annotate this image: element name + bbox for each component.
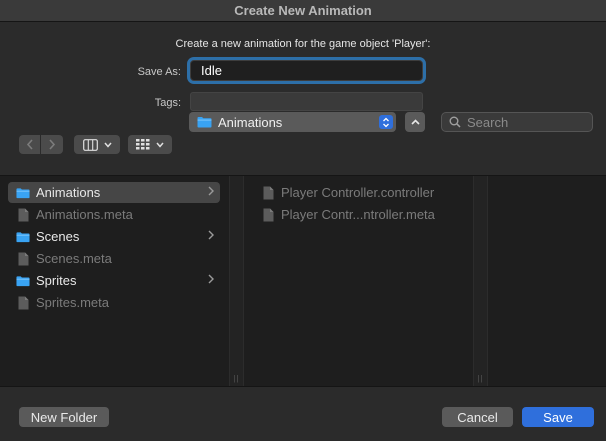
chevron-right-icon xyxy=(208,186,214,196)
document-icon xyxy=(16,252,30,266)
folder-icon xyxy=(16,230,30,244)
new-folder-button[interactable]: New Folder xyxy=(19,407,109,427)
location-stepper xyxy=(379,115,393,129)
column-resize-handle[interactable]: || xyxy=(230,176,244,387)
sidebar-column: Animations Animations.meta Scenes Scenes… xyxy=(0,176,230,387)
dialog-prompt: Create a new animation for the game obje… xyxy=(175,38,431,50)
forward-button[interactable] xyxy=(41,135,63,154)
folder-icon xyxy=(197,117,212,128)
tags-input[interactable] xyxy=(190,92,423,111)
location-popup[interactable]: Animations xyxy=(189,112,396,132)
folder-icon xyxy=(16,274,30,288)
sidebar-item-sprites[interactable]: Sprites xyxy=(8,270,220,291)
file-browser: Animations Animations.meta Scenes Scenes… xyxy=(0,175,606,387)
resize-grip-icon: || xyxy=(477,374,484,383)
sidebar-item-sprites-meta[interactable]: Sprites.meta xyxy=(8,292,220,313)
location-label: Animations xyxy=(218,114,283,130)
column-resize-handle[interactable]: || xyxy=(473,176,488,387)
file-item[interactable]: Player Contr...ntroller.meta xyxy=(253,204,463,225)
resize-grip-icon: || xyxy=(233,374,240,383)
sidebar-item-animations[interactable]: Animations xyxy=(8,182,220,203)
sidebar-item-label: Scenes xyxy=(36,229,80,244)
content-column: Player Controller.controller Player Cont… xyxy=(245,176,473,387)
document-icon xyxy=(261,186,275,200)
sidebar-item-scenes-meta[interactable]: Scenes.meta xyxy=(8,248,220,269)
file-item-label: Player Controller.controller xyxy=(281,185,435,200)
dialog-footer: New Folder Cancel Save xyxy=(0,386,606,441)
folder-icon xyxy=(16,186,30,200)
file-item[interactable]: Player Controller.controller xyxy=(253,182,463,203)
sidebar-item-label: Scenes.meta xyxy=(36,251,112,266)
sidebar-item-label: Sprites xyxy=(36,273,77,288)
chevron-up-icon xyxy=(410,119,420,125)
title-bar: Create New Animation xyxy=(0,0,606,22)
save-as-label: Save As: xyxy=(137,66,181,78)
chevron-down-icon xyxy=(156,142,164,148)
document-icon xyxy=(16,208,30,222)
back-button[interactable] xyxy=(19,135,41,154)
sidebar-item-label: Animations.meta xyxy=(36,207,133,222)
collapse-button[interactable] xyxy=(405,112,425,132)
sidebar-item-label: Sprites.meta xyxy=(36,295,109,310)
columns-icon xyxy=(82,138,98,151)
file-item-label: Player Contr...ntroller.meta xyxy=(281,207,435,222)
chevron-right-icon xyxy=(49,139,56,150)
chevron-left-icon xyxy=(26,139,33,150)
chevron-down-icon xyxy=(103,142,112,148)
search-icon xyxy=(449,116,461,128)
save-button[interactable]: Save xyxy=(522,407,594,427)
chevron-right-icon xyxy=(208,230,214,240)
up-down-chevron-icon xyxy=(383,117,389,127)
grid-icon xyxy=(136,139,150,150)
sidebar-item-scenes[interactable]: Scenes xyxy=(8,226,220,247)
search-input[interactable] xyxy=(467,114,587,130)
tags-label: Tags: xyxy=(154,97,181,109)
document-icon xyxy=(16,296,30,310)
search-field[interactable] xyxy=(441,112,593,132)
chevron-right-icon xyxy=(208,274,214,284)
cancel-button[interactable]: Cancel xyxy=(442,407,513,427)
window-title: Create New Animation xyxy=(234,3,372,18)
document-icon xyxy=(261,208,275,222)
view-grouping-button[interactable] xyxy=(128,135,172,154)
sidebar-item-animations-meta[interactable]: Animations.meta xyxy=(8,204,220,225)
navigation-buttons xyxy=(19,135,63,154)
sidebar-item-label: Animations xyxy=(36,185,101,200)
view-mode-column-button[interactable] xyxy=(74,135,120,154)
dialog-header: Create a new animation for the game obje… xyxy=(0,22,606,175)
save-as-input[interactable] xyxy=(190,60,423,81)
